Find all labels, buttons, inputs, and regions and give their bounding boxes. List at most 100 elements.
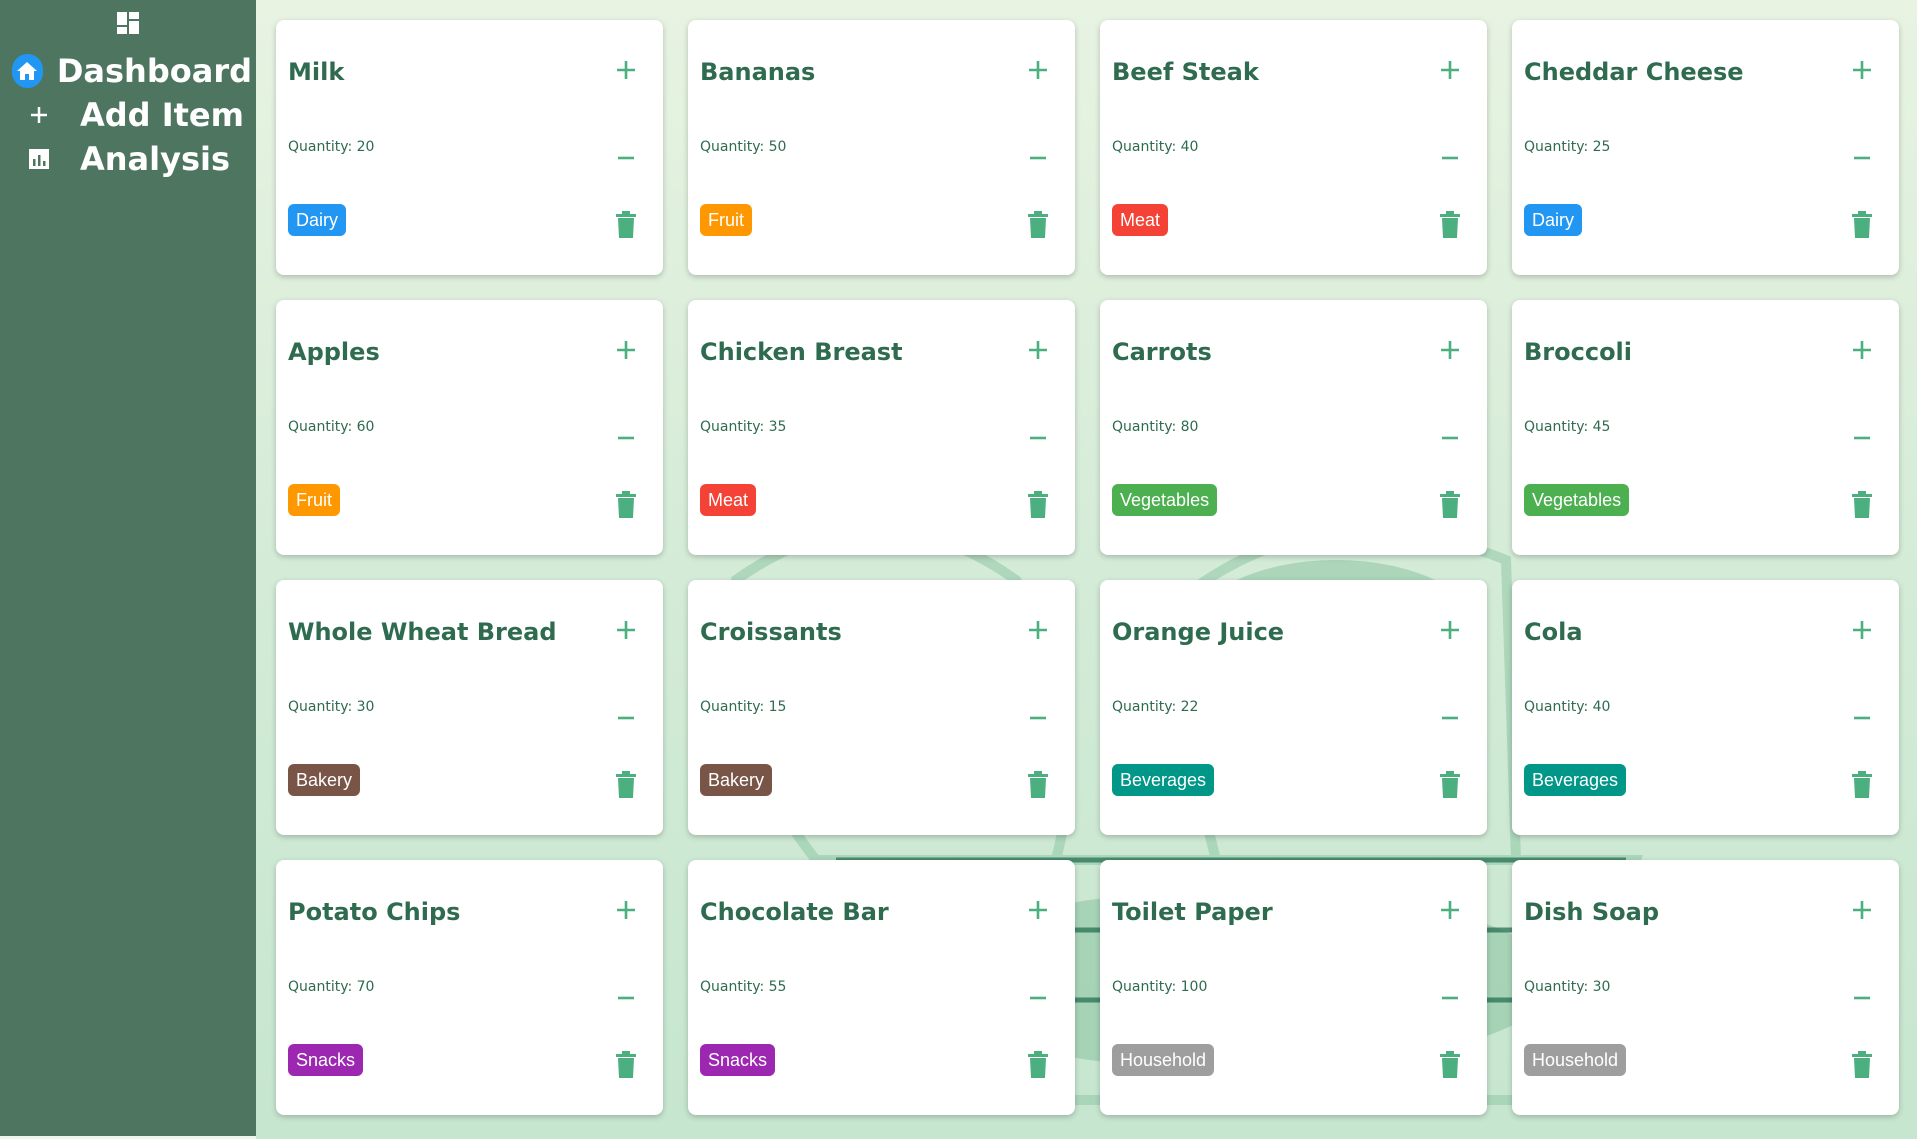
increase-quantity-button[interactable] bbox=[1847, 895, 1877, 925]
delete-item-button[interactable] bbox=[611, 1050, 641, 1080]
plus-icon bbox=[1853, 621, 1871, 639]
trash-icon bbox=[616, 211, 636, 238]
item-name: Carrots bbox=[1112, 338, 1212, 366]
item-name: Apples bbox=[288, 338, 380, 366]
decrease-quantity-button[interactable] bbox=[611, 423, 641, 453]
increase-quantity-button[interactable] bbox=[1435, 55, 1465, 85]
item-quantity: Quantity: 40 bbox=[1524, 699, 1611, 715]
increase-quantity-button[interactable] bbox=[611, 615, 641, 645]
plus-icon bbox=[1029, 61, 1047, 79]
plus-icon bbox=[617, 61, 635, 79]
item-name: Cola bbox=[1524, 618, 1583, 646]
plus-icon bbox=[1441, 61, 1459, 79]
trash-icon bbox=[1028, 491, 1048, 518]
increase-quantity-button[interactable] bbox=[1023, 55, 1053, 85]
item-name: Chocolate Bar bbox=[700, 898, 889, 926]
decrease-quantity-button[interactable] bbox=[1435, 143, 1465, 173]
increase-quantity-button[interactable] bbox=[1847, 55, 1877, 85]
increase-quantity-button[interactable] bbox=[1435, 335, 1465, 365]
delete-item-button[interactable] bbox=[1435, 770, 1465, 800]
category-badge: Meat bbox=[700, 484, 757, 516]
category-badge: Snacks bbox=[700, 1044, 776, 1076]
increase-quantity-button[interactable] bbox=[1023, 335, 1053, 365]
delete-item-button[interactable] bbox=[1023, 770, 1053, 800]
minus-icon bbox=[618, 156, 634, 160]
minus-icon bbox=[618, 996, 634, 1000]
increase-quantity-button[interactable] bbox=[1847, 615, 1877, 645]
item-quantity: Quantity: 70 bbox=[288, 979, 375, 995]
delete-item-button[interactable] bbox=[1847, 210, 1877, 240]
plus-icon bbox=[617, 621, 635, 639]
item-name: Dish Soap bbox=[1524, 898, 1660, 926]
delete-item-button[interactable] bbox=[1435, 1050, 1465, 1080]
delete-item-button[interactable] bbox=[1023, 210, 1053, 240]
decrease-quantity-button[interactable] bbox=[1023, 143, 1053, 173]
item-card: Chocolate Bar Quantity: 55 Snacks bbox=[688, 860, 1075, 1115]
category-badge: Household bbox=[1112, 1044, 1215, 1076]
decrease-quantity-button[interactable] bbox=[1435, 703, 1465, 733]
item-quantity: Quantity: 100 bbox=[1112, 979, 1208, 995]
decrease-quantity-button[interactable] bbox=[611, 143, 641, 173]
plus-icon bbox=[1853, 341, 1871, 359]
minus-icon bbox=[1854, 436, 1870, 440]
delete-item-button[interactable] bbox=[1847, 770, 1877, 800]
delete-item-button[interactable] bbox=[1847, 490, 1877, 520]
item-card: Carrots Quantity: 80 Vegetables bbox=[1100, 300, 1487, 555]
decrease-quantity-button[interactable] bbox=[1847, 423, 1877, 453]
item-quantity: Quantity: 15 bbox=[700, 699, 787, 715]
item-card: Apples Quantity: 60 Fruit bbox=[276, 300, 663, 555]
trash-icon bbox=[1852, 211, 1872, 238]
minus-icon bbox=[1030, 436, 1046, 440]
item-quantity: Quantity: 60 bbox=[288, 419, 375, 435]
trash-icon bbox=[1440, 1051, 1460, 1078]
increase-quantity-button[interactable] bbox=[611, 335, 641, 365]
item-card: Whole Wheat Bread Quantity: 30 Bakery bbox=[276, 580, 663, 835]
decrease-quantity-button[interactable] bbox=[1023, 703, 1053, 733]
item-card: Toilet Paper Quantity: 100 Household bbox=[1100, 860, 1487, 1115]
trash-icon bbox=[1028, 211, 1048, 238]
decrease-quantity-button[interactable] bbox=[1435, 423, 1465, 453]
trash-icon bbox=[1440, 491, 1460, 518]
delete-item-button[interactable] bbox=[1435, 210, 1465, 240]
increase-quantity-button[interactable] bbox=[1023, 895, 1053, 925]
item-name: Cheddar Cheese bbox=[1524, 58, 1744, 86]
plus-icon bbox=[1441, 341, 1459, 359]
item-name: Potato Chips bbox=[288, 898, 461, 926]
delete-item-button[interactable] bbox=[611, 210, 641, 240]
delete-item-button[interactable] bbox=[1023, 1050, 1053, 1080]
decrease-quantity-button[interactable] bbox=[1847, 983, 1877, 1013]
plus-icon bbox=[617, 901, 635, 919]
delete-item-button[interactable] bbox=[1847, 1050, 1877, 1080]
trash-icon bbox=[616, 491, 636, 518]
minus-icon bbox=[1854, 996, 1870, 1000]
decrease-quantity-button[interactable] bbox=[1435, 983, 1465, 1013]
dashboard-grid-icon bbox=[117, 12, 139, 34]
sidebar-item-add-item[interactable]: Add Item bbox=[12, 95, 252, 135]
decrease-quantity-button[interactable] bbox=[1847, 143, 1877, 173]
decrease-quantity-button[interactable] bbox=[611, 983, 641, 1013]
decrease-quantity-button[interactable] bbox=[1023, 983, 1053, 1013]
sidebar-item-analysis[interactable]: Analysis bbox=[12, 139, 252, 179]
increase-quantity-button[interactable] bbox=[1435, 895, 1465, 925]
minus-icon bbox=[618, 716, 634, 720]
item-name: Orange Juice bbox=[1112, 618, 1285, 646]
delete-item-button[interactable] bbox=[1023, 490, 1053, 520]
trash-icon bbox=[1852, 1051, 1872, 1078]
delete-item-button[interactable] bbox=[611, 770, 641, 800]
sidebar-item-label: Add Item bbox=[80, 96, 244, 134]
sidebar-item-dashboard[interactable]: Dashboard bbox=[12, 51, 252, 91]
delete-item-button[interactable] bbox=[611, 490, 641, 520]
category-badge: Dairy bbox=[288, 204, 347, 236]
item-quantity: Quantity: 45 bbox=[1524, 419, 1611, 435]
increase-quantity-button[interactable] bbox=[1435, 615, 1465, 645]
decrease-quantity-button[interactable] bbox=[1023, 423, 1053, 453]
decrease-quantity-button[interactable] bbox=[611, 703, 641, 733]
item-quantity: Quantity: 30 bbox=[288, 699, 375, 715]
increase-quantity-button[interactable] bbox=[611, 55, 641, 85]
minus-icon bbox=[1442, 996, 1458, 1000]
increase-quantity-button[interactable] bbox=[611, 895, 641, 925]
decrease-quantity-button[interactable] bbox=[1847, 703, 1877, 733]
delete-item-button[interactable] bbox=[1435, 490, 1465, 520]
increase-quantity-button[interactable] bbox=[1847, 335, 1877, 365]
increase-quantity-button[interactable] bbox=[1023, 615, 1053, 645]
